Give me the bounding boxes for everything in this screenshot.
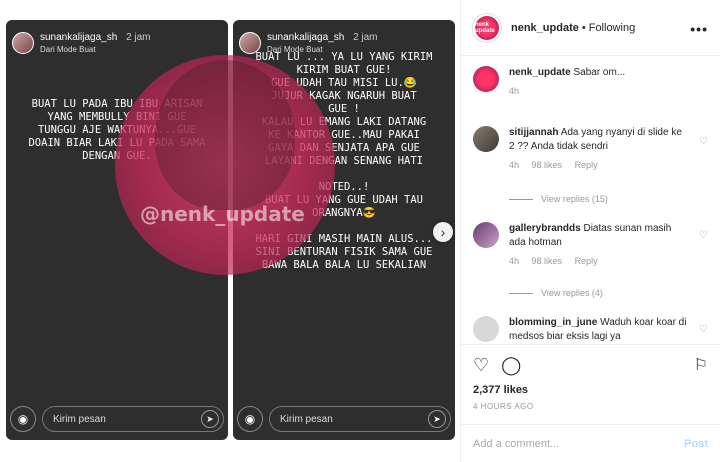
- reply-placeholder: Kirim pesan: [280, 413, 333, 425]
- next-arrow-icon[interactable]: ›: [433, 222, 453, 242]
- send-icon[interactable]: ➤: [428, 410, 446, 428]
- story-footer: ◉ Kirim pesan ➤: [10, 406, 224, 432]
- story-time: 2 jam: [353, 32, 378, 43]
- avatar: [12, 32, 34, 54]
- avatar[interactable]: [473, 126, 499, 152]
- heart-icon[interactable]: ♡: [699, 230, 708, 241]
- comment-row: sitijjannah Ada yang nyanyi di slide ke …: [473, 126, 710, 170]
- add-comment-bar: Add a comment... Post: [461, 424, 720, 462]
- divider: [509, 198, 533, 200]
- comment-time: 4h: [509, 256, 520, 266]
- reply-placeholder: Kirim pesan: [53, 413, 106, 425]
- more-options-icon[interactable]: •••: [690, 21, 708, 37]
- comment-row: blomming_in_june Waduh koar koar di meds…: [473, 316, 710, 344]
- heart-icon[interactable]: ♡: [699, 324, 708, 335]
- caption-time: 4h: [509, 86, 520, 96]
- follow-button[interactable]: Following: [589, 22, 635, 34]
- media-area: sunankalijaga_sh 2 jam Dari Mode Buat BU…: [0, 0, 460, 462]
- avatar[interactable]: [473, 222, 499, 248]
- reply-input[interactable]: Kirim pesan ➤: [42, 406, 224, 432]
- story-username: sunankalijaga_sh: [40, 32, 118, 43]
- caption-row: nenk_update Sabar om... 4h: [473, 66, 710, 96]
- post-panel: nenk update nenk_update • Following ••• …: [460, 0, 720, 462]
- comment-input[interactable]: Add a comment...: [473, 438, 559, 450]
- comment-likes[interactable]: 98 likes: [532, 160, 563, 170]
- camera-icon[interactable]: ◉: [237, 406, 263, 432]
- view-replies-label: View replies (15): [541, 194, 608, 204]
- story-header: sunankalijaga_sh 2 jam Dari Mode Buat: [12, 32, 151, 54]
- comment-likes[interactable]: 98 likes: [532, 256, 563, 266]
- caption-username[interactable]: nenk_update: [509, 67, 571, 78]
- comment-time: 4h: [509, 160, 520, 170]
- post-time: 4 HOURS AGO: [473, 402, 534, 411]
- header-separator: •: [581, 21, 586, 34]
- heart-icon[interactable]: ♡: [473, 355, 489, 376]
- likes-count[interactable]: 2,377 likes: [473, 384, 708, 396]
- comment-username[interactable]: blomming_in_june: [509, 317, 597, 328]
- post-header: nenk update nenk_update • Following •••: [461, 0, 720, 56]
- watermark-text: @nenk_update: [140, 202, 305, 226]
- story-username: sunankalijaga_sh: [267, 32, 345, 43]
- story-footer: ◉ Kirim pesan ➤: [237, 406, 451, 432]
- story-time: 2 jam: [126, 32, 151, 43]
- watermark-face: [155, 60, 295, 210]
- view-replies-label: View replies (4): [541, 288, 603, 298]
- divider: [509, 292, 533, 294]
- post-actions: ♡ ◯ ⚐ 2,377 likes 4 HOURS AGO: [461, 344, 720, 424]
- avatar[interactable]: nenk update: [473, 13, 501, 42]
- header-username[interactable]: nenk_update: [511, 22, 579, 34]
- heart-icon[interactable]: ♡: [699, 136, 708, 147]
- comment-icon[interactable]: ◯: [501, 355, 521, 376]
- comment-username[interactable]: gallerybrandds: [509, 223, 581, 234]
- camera-icon[interactable]: ◉: [10, 406, 36, 432]
- post-button[interactable]: Post: [684, 438, 708, 450]
- bookmark-icon[interactable]: ⚐: [694, 355, 708, 375]
- avatar[interactable]: [473, 66, 499, 92]
- comment-username[interactable]: sitijjannah: [509, 127, 558, 138]
- comments-list: nenk_update Sabar om... 4h sitijjannah A…: [461, 62, 720, 344]
- caption-text: Sabar om...: [573, 67, 626, 78]
- reply-input[interactable]: Kirim pesan ➤: [269, 406, 451, 432]
- avatar[interactable]: [473, 316, 499, 342]
- story-subtitle: Dari Mode Buat: [40, 45, 96, 54]
- view-replies-button[interactable]: View replies (15): [509, 194, 608, 204]
- reply-button[interactable]: Reply: [575, 256, 598, 266]
- reply-button[interactable]: Reply: [575, 160, 598, 170]
- comment-row: gallerybrandds Diatas sunan masih ada ho…: [473, 222, 710, 266]
- send-icon[interactable]: ➤: [201, 410, 219, 428]
- view-replies-button[interactable]: View replies (4): [509, 288, 603, 298]
